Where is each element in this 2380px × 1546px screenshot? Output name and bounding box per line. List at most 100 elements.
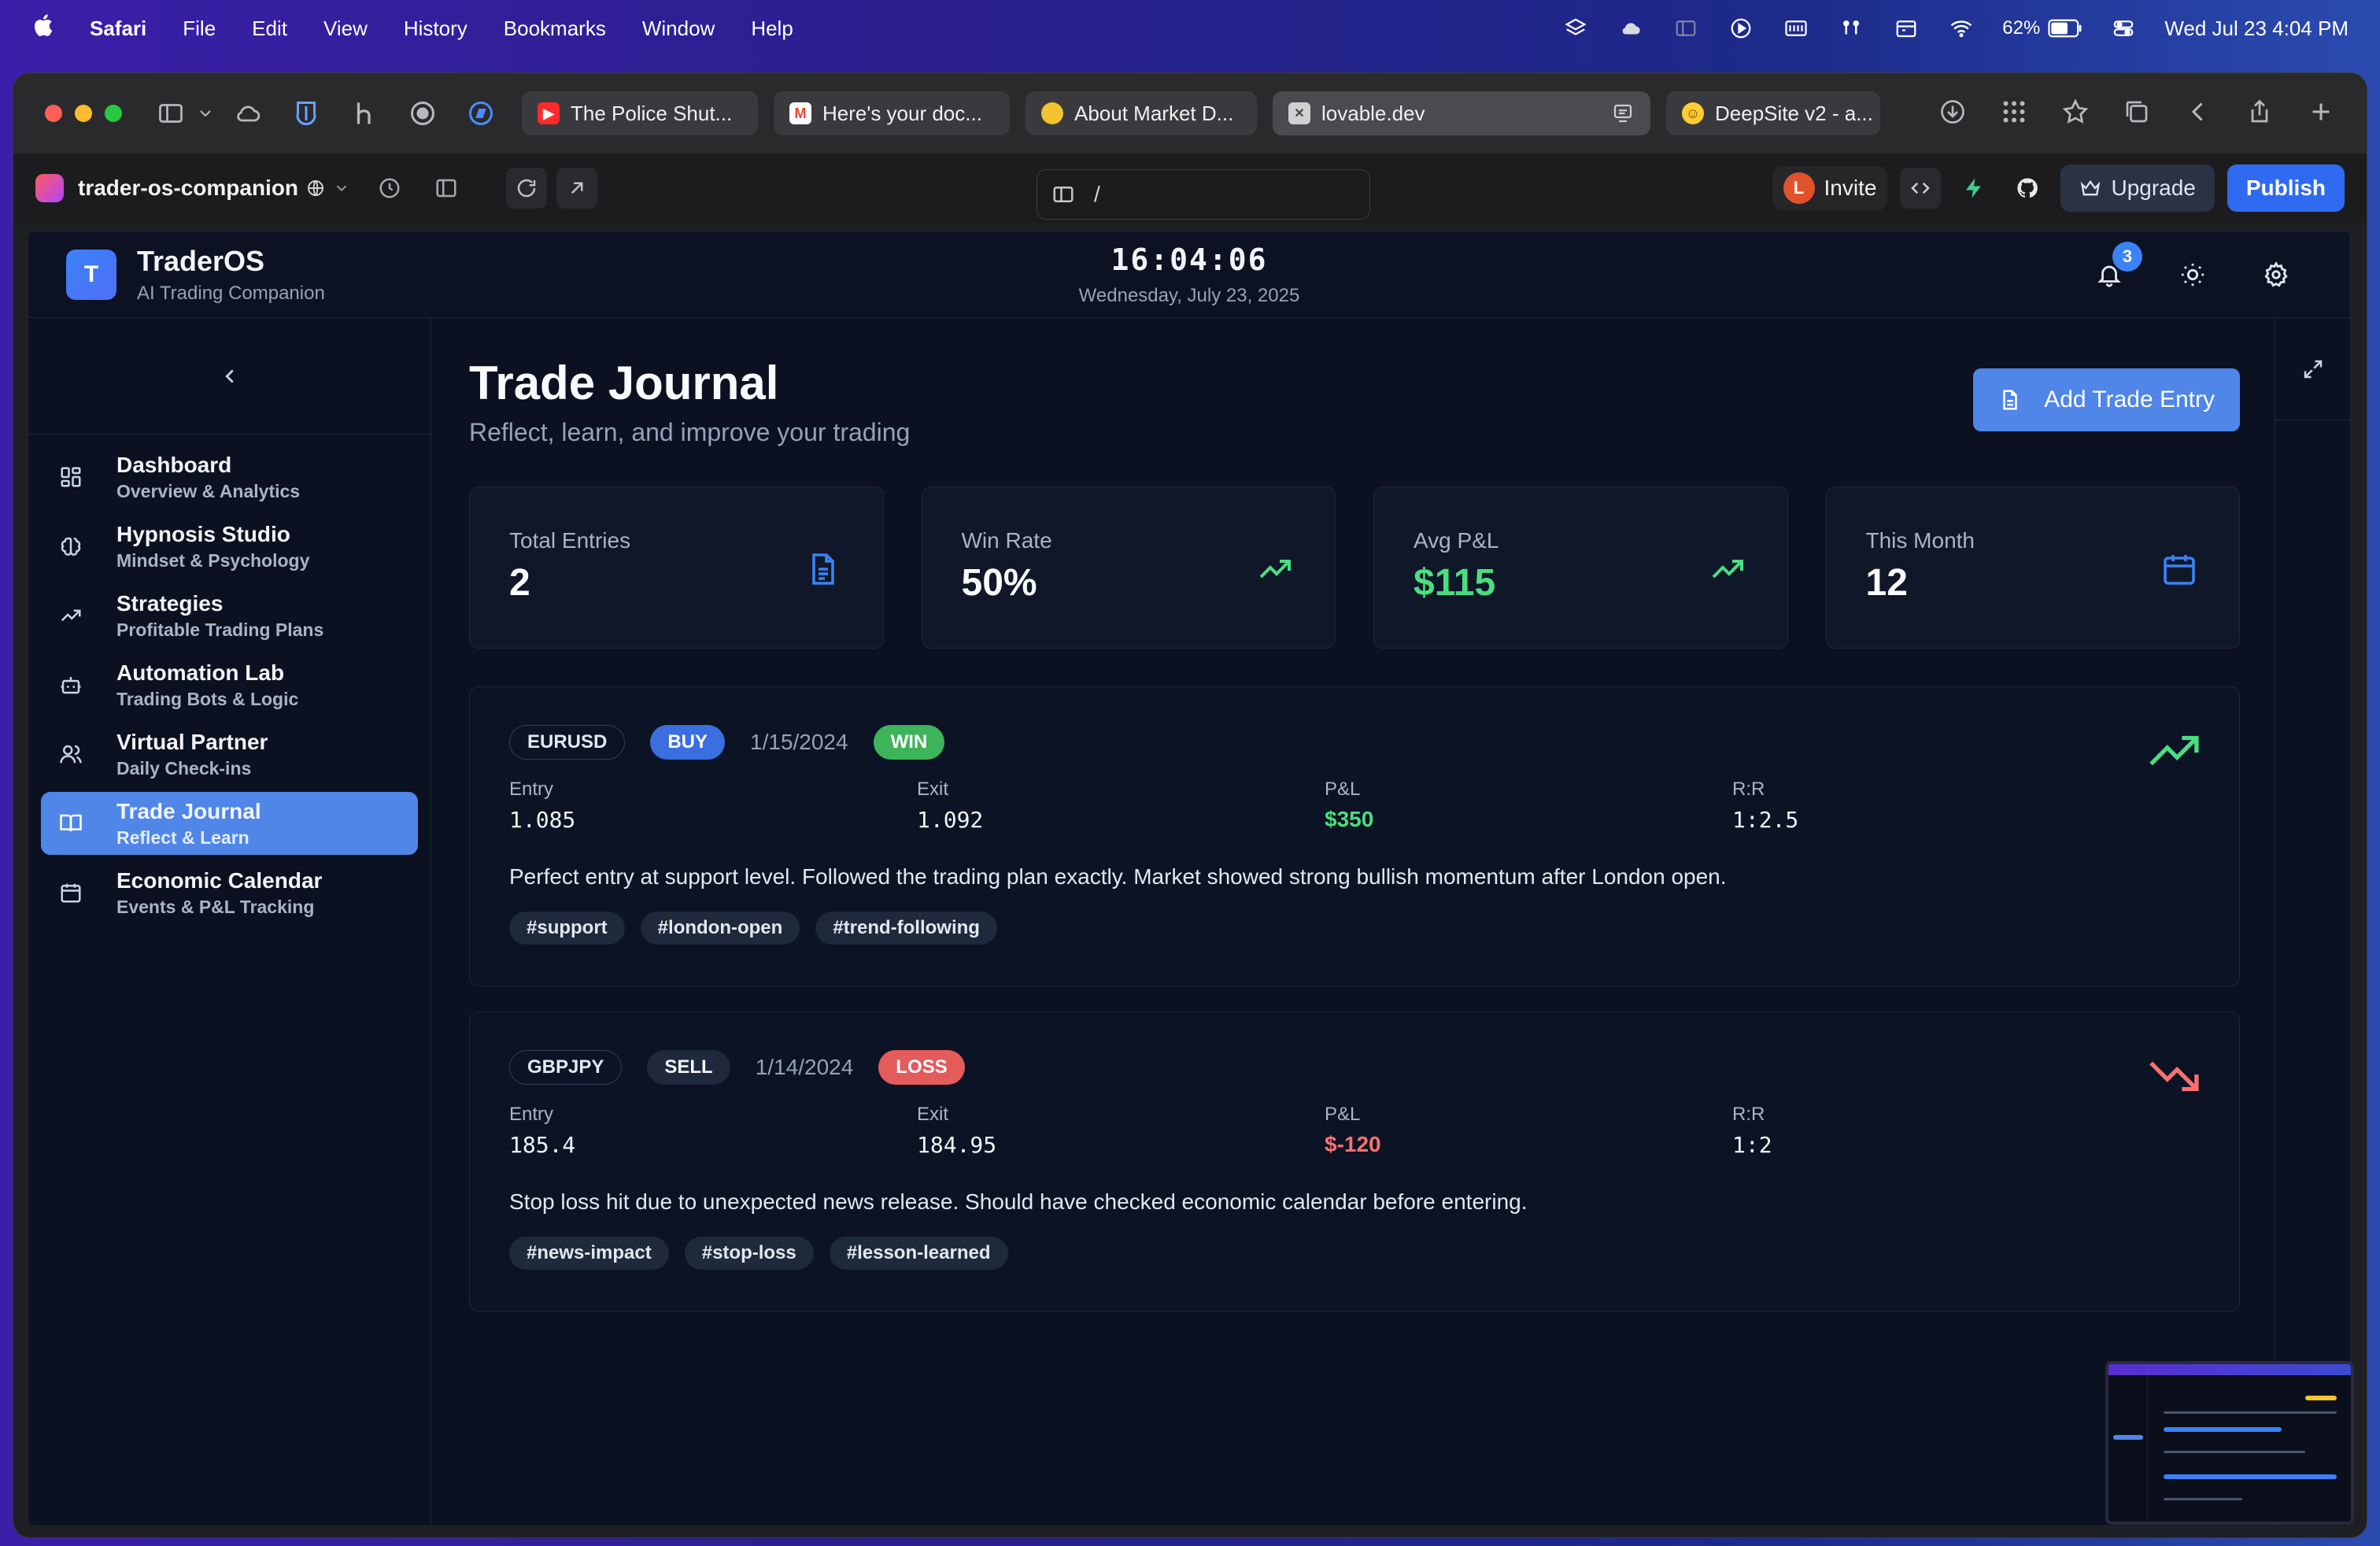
tag[interactable]: #trend-following	[815, 912, 997, 945]
publish-button[interactable]: Publish	[2227, 165, 2345, 212]
bitwarden-icon[interactable]	[289, 96, 323, 131]
sidebar-item-automation-lab[interactable]: Automation Lab Trading Bots & Logic	[41, 653, 418, 716]
tag[interactable]: #support	[509, 912, 625, 945]
bot-icon	[57, 671, 85, 699]
compass-icon[interactable]	[464, 96, 498, 131]
sidebar-item-dashboard[interactable]: Dashboard Overview & Analytics	[41, 446, 418, 509]
download-icon[interactable]	[1938, 98, 1967, 130]
tab-youtube[interactable]: ▶ The Police Shut...	[522, 91, 758, 135]
menubar-clock[interactable]: Wed Jul 23 4:04 PM	[2164, 17, 2349, 41]
trade-entry-card[interactable]: EURUSD BUY 1/15/2024 WIN Entry 1.085 Exit…	[469, 686, 2240, 986]
code-icon[interactable]	[1900, 168, 1942, 209]
screenshot-thumbnail[interactable]	[2105, 1361, 2354, 1525]
sidebar-item-label: Strategies	[116, 590, 224, 616]
collapse-sidebar-button[interactable]	[28, 318, 431, 435]
sidebar-item-strategies[interactable]: Strategies Profitable Trading Plans	[41, 584, 418, 647]
tab-deepsite[interactable]: ☺ DeepSite v2 - a...	[1666, 91, 1880, 135]
close-window-button[interactable]	[45, 105, 62, 122]
history-icon[interactable]	[369, 168, 410, 209]
lovable-logo[interactable]	[35, 174, 64, 202]
invite-button[interactable]: L Invite	[1772, 166, 1888, 210]
expand-button[interactable]	[2275, 318, 2350, 420]
menu-app-name[interactable]: Safari	[90, 17, 146, 41]
rr-value: 1:2.5	[1732, 807, 1799, 833]
tab-label: DeepSite v2 - a...	[1715, 101, 1873, 125]
back-icon[interactable]	[2184, 98, 2212, 130]
pair-badge: EURUSD	[509, 725, 626, 760]
close-icon[interactable]: ✕	[1288, 102, 1310, 124]
tab-lovable[interactable]: ✕ lovable.dev	[1273, 91, 1650, 135]
sidebar-item-economic-calendar[interactable]: Economic Calendar Events & P&L Tracking	[41, 861, 418, 924]
brand-logo[interactable]: T	[66, 249, 116, 300]
zoom-window-button[interactable]	[105, 105, 122, 122]
new-tab-icon[interactable]	[2307, 98, 2335, 130]
menu-window[interactable]: Window	[642, 17, 715, 41]
notifications-button[interactable]: 3	[2092, 241, 2142, 292]
sidebar-icon[interactable]	[153, 96, 188, 131]
tab-gmail[interactable]: M Here's your doc...	[774, 91, 1010, 135]
airpods-icon[interactable]	[1837, 17, 1865, 40]
cloud-icon[interactable]	[1617, 17, 1645, 40]
preview-url-bar[interactable]: /	[1037, 169, 1370, 220]
upgrade-button[interactable]: Upgrade	[2060, 165, 2215, 212]
maximize-icon	[2304, 360, 2322, 378]
calendar-icon	[57, 878, 85, 907]
battery-status[interactable]: 62%	[2002, 17, 2082, 39]
settings-button[interactable]	[2259, 257, 2293, 292]
tab-overview-icon[interactable]	[2123, 98, 2151, 130]
sidebar-item-sub: Mindset & Psychology	[116, 549, 310, 571]
panel-toggle-icon[interactable]	[426, 168, 467, 209]
grid-apps-icon[interactable]	[2000, 98, 2028, 130]
open-external-icon[interactable]	[556, 168, 598, 209]
tab-market[interactable]: About Market D...	[1026, 91, 1257, 135]
play-icon[interactable]	[1727, 17, 1755, 40]
icloud-tabs-icon[interactable]	[231, 96, 265, 131]
chevron-left-icon	[224, 369, 234, 383]
menu-bookmarks[interactable]: Bookmarks	[504, 17, 606, 41]
share-icon[interactable]	[2245, 98, 2274, 130]
menu-history[interactable]: History	[404, 17, 468, 41]
youtube-icon: ▶	[538, 102, 560, 124]
minimize-window-button[interactable]	[75, 105, 92, 122]
control-center-icon[interactable]	[2109, 17, 2138, 40]
supabase-icon[interactable]	[1953, 168, 1994, 209]
reader-icon[interactable]	[1611, 102, 1635, 125]
entry-note: Perfect entry at support level. Followed…	[509, 864, 1727, 889]
extension-h-icon[interactable]	[347, 96, 382, 131]
theme-toggle-button[interactable]	[2175, 257, 2210, 292]
tag[interactable]: #stop-loss	[684, 1237, 814, 1270]
sidebar-item-hypnosis-studio[interactable]: Hypnosis Studio Mindset & Psychology	[41, 515, 418, 578]
tag[interactable]: #news-impact	[509, 1237, 669, 1270]
stat-card-avg-pnl: Avg P&L $115	[1373, 486, 1788, 649]
tag[interactable]: #london-open	[640, 912, 800, 945]
star-icon[interactable]	[2061, 98, 2090, 130]
thumbnail-bar	[2305, 1396, 2337, 1400]
layers-icon[interactable]	[1561, 17, 1590, 40]
app-preview: T TraderOS AI Trading Companion 16:04:06…	[28, 231, 2351, 1526]
exit-label: Exit	[917, 779, 949, 800]
menu-file[interactable]: File	[183, 17, 216, 41]
menu-help[interactable]: Help	[751, 17, 793, 41]
sidebar-item-trade-journal[interactable]: Trade Journal Reflect & Learn	[41, 792, 418, 855]
record-icon[interactable]	[405, 96, 440, 131]
add-trade-entry-button[interactable]: Add Trade Entry	[1973, 368, 2240, 431]
menu-view[interactable]: View	[323, 17, 368, 41]
apple-menu-icon[interactable]	[31, 13, 55, 45]
project-switcher[interactable]: trader-os-companion	[78, 176, 350, 201]
thumbnail-header	[2108, 1364, 2351, 1375]
calendar-widget-icon[interactable]	[1892, 17, 1920, 40]
refresh-icon[interactable]	[506, 168, 548, 209]
sidebar-item-sub: Trading Bots & Logic	[116, 688, 299, 709]
menu-edit[interactable]: Edit	[252, 17, 287, 41]
brain-icon	[57, 532, 85, 560]
stat-value: 50%	[961, 562, 1037, 604]
trade-entry-card[interactable]: GBPJPY SELL 1/14/2024 LOSS Entry 185.4 Ex…	[469, 1012, 2240, 1311]
wifi-icon[interactable]	[1947, 17, 1975, 40]
sidebar-toggle-icon[interactable]	[1672, 17, 1700, 40]
tag[interactable]: #lesson-learned	[829, 1237, 1008, 1270]
sidebar-item-virtual-partner[interactable]: Virtual Partner Daily Check-ins	[41, 723, 418, 786]
github-icon[interactable]	[2007, 168, 2048, 209]
keyboard-icon[interactable]	[1782, 17, 1810, 40]
entry-price: 1.085	[509, 807, 576, 833]
chevron-down-icon[interactable]	[196, 96, 215, 131]
